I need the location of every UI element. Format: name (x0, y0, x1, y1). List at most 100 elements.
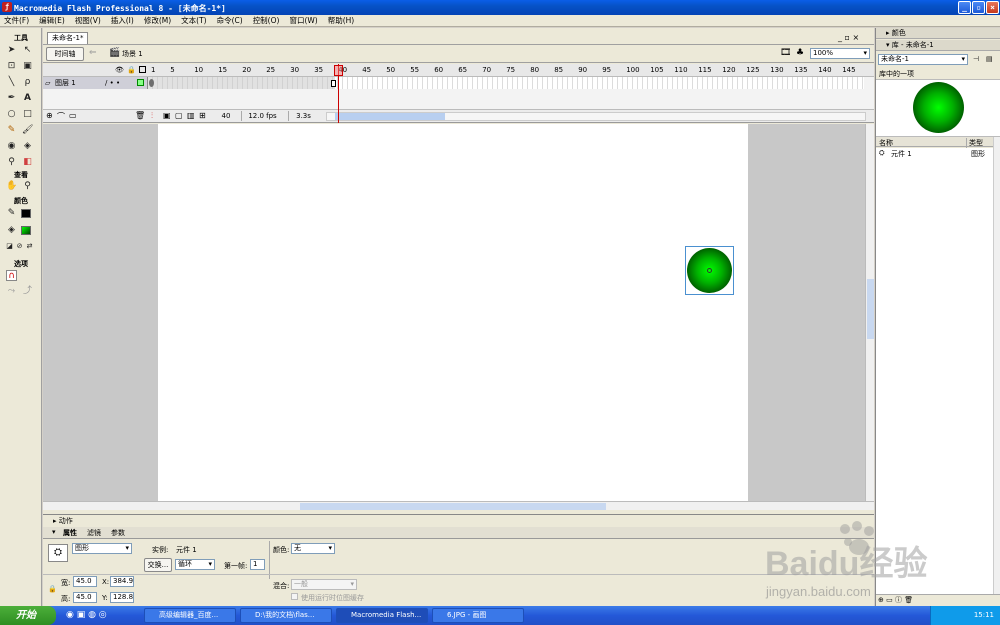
column-name[interactable]: 名称 (879, 138, 893, 148)
text-tool-icon[interactable]: A (22, 93, 33, 104)
pencil-tool-icon[interactable]: ✎ (6, 125, 17, 136)
timeline-scroll-thumb[interactable] (335, 113, 445, 120)
lasso-tool-icon[interactable]: ρ (22, 77, 33, 88)
delete-icon[interactable]: 🗑 (904, 596, 913, 604)
pin-library-icon[interactable]: ⊣ (973, 55, 979, 63)
ink-bottle-icon[interactable]: ◉ (6, 141, 17, 152)
green-circle-symbol[interactable] (687, 248, 732, 293)
hscroll-thumb[interactable] (300, 503, 606, 510)
subselection-tool-icon[interactable]: ↖ (22, 45, 33, 56)
close-button[interactable]: × (986, 1, 999, 14)
paint-bucket-icon[interactable]: ◈ (22, 141, 33, 152)
color-effect-select[interactable]: 无 ▾ (291, 543, 335, 554)
trash-icon[interactable]: 🗑 (135, 111, 145, 120)
fill-transform-icon[interactable]: ▣ (22, 61, 33, 72)
blend-select[interactable]: 一般 ▾ (291, 579, 357, 590)
eraser-tool-icon[interactable]: ◧ (22, 157, 33, 168)
add-guide-icon[interactable]: ⌒ (57, 111, 65, 122)
onion-skin-icon[interactable]: ▣ (163, 111, 171, 120)
snap-magnet-icon[interactable]: ∩ (6, 270, 17, 281)
timeline-toggle-button[interactable]: 时间轴 (46, 47, 84, 61)
library-select[interactable]: 未命名-1 ▾ (878, 54, 968, 65)
doc-window-controls-icon[interactable]: _ ▫ × (838, 33, 859, 42)
fill-color-swatch[interactable] (21, 226, 31, 235)
oval-tool-icon[interactable]: ○ (6, 109, 17, 120)
hand-tool-icon[interactable]: ✋ (6, 181, 17, 192)
lock-proportions-icon[interactable]: 🔒 (48, 585, 57, 593)
rectangle-tool-icon[interactable]: □ (22, 109, 33, 120)
layer-row[interactable]: ▱ 图层 1 / • • (43, 77, 874, 89)
taskbar-item-paint[interactable]: 6.JPG - 画图 (432, 608, 524, 623)
quicklaunch-icons[interactable]: ◉ ▣ ◍ ◎ (66, 610, 107, 620)
x-input[interactable]: 384.9 (110, 576, 134, 587)
stroke-color-swatch[interactable] (21, 209, 31, 218)
symbol-type-select[interactable]: 图形 ▾ (72, 543, 132, 554)
library-item[interactable]: ⛭ 元件 1 图形 (876, 148, 994, 158)
menu-control[interactable]: 控制(O) (253, 15, 280, 26)
back-arrow-icon[interactable]: ⇐ (89, 48, 97, 58)
swap-button[interactable]: 交换... (144, 558, 172, 572)
loop-select[interactable]: 循环 ▾ (175, 559, 215, 570)
taskbar-item-flash[interactable]: Macromedia Flash... (336, 608, 428, 623)
tab-filters[interactable]: 滤镜 (87, 528, 101, 538)
actions-panel-header[interactable]: ▸ 动作 (53, 516, 73, 526)
layer-name[interactable]: ▱ 图层 1 / • • (43, 77, 148, 89)
stage[interactable] (158, 124, 748, 501)
menu-text[interactable]: 文本(T) (181, 15, 206, 26)
swap-colors-icon[interactable]: ⇄ (24, 241, 35, 252)
document-tab[interactable]: 未命名-1* (47, 32, 89, 44)
playhead-cap[interactable] (334, 65, 343, 76)
lock-icon[interactable]: 🔒 (127, 66, 136, 74)
new-folder-icon[interactable]: ▭ (886, 596, 893, 604)
menu-help[interactable]: 帮助(H) (328, 15, 355, 26)
pen-tool-icon[interactable]: ✒ (6, 93, 17, 104)
library-vscroll[interactable] (993, 137, 1000, 594)
library-panel-header[interactable]: ▾ 库 - 未命名-1 (876, 40, 1000, 51)
eyedropper-icon[interactable]: ⚲ (6, 157, 17, 168)
brush-tool-icon[interactable]: 🖌 (22, 125, 33, 136)
column-type[interactable]: 类型 (966, 138, 983, 148)
smooth-icon[interactable]: ⤳ (6, 286, 17, 297)
tab-parameters[interactable]: 参数 (111, 528, 125, 538)
clock[interactable]: 15:11 (974, 611, 994, 619)
selection-tool-icon[interactable]: ➤ (6, 45, 17, 56)
center-frame-icon[interactable]: ⫶ (151, 111, 153, 121)
straighten-icon[interactable]: ⤴ (22, 286, 33, 297)
modify-markers-icon[interactable]: ⊞ (199, 111, 206, 120)
menu-modify[interactable]: 修改(M) (144, 15, 171, 26)
new-library-panel-icon[interactable]: ▤ (986, 55, 993, 63)
frames-row[interactable] (148, 77, 864, 89)
color-panel-header[interactable]: ▸ 颜色 (876, 28, 1000, 39)
zoom-select[interactable]: 100% ▾ (810, 48, 870, 59)
eye-icon[interactable]: 👁 (115, 66, 124, 74)
properties-icon[interactable]: ⓘ (895, 596, 902, 604)
outline-icon[interactable] (139, 66, 146, 73)
stage-hscroll[interactable] (43, 501, 874, 510)
layer-outline-color[interactable] (137, 79, 144, 86)
zoom-tool-icon[interactable]: ⚲ (22, 181, 33, 192)
add-folder-icon[interactable]: ▭ (69, 111, 77, 120)
vscroll-thumb[interactable] (867, 279, 874, 339)
menu-insert[interactable]: 插入(I) (111, 15, 134, 26)
selected-instance[interactable] (685, 246, 734, 295)
taskbar-item-editor[interactable]: 高级编辑器_百度... (144, 608, 236, 623)
collapse-icon[interactable]: ▾ (52, 528, 56, 536)
tab-properties[interactable]: 属性 (63, 528, 77, 538)
line-tool-icon[interactable]: ╲ (6, 77, 17, 88)
y-input[interactable]: 128.8 (110, 592, 134, 603)
menu-commands[interactable]: 命令(C) (217, 15, 243, 26)
stage-vscroll[interactable] (865, 124, 874, 501)
taskbar-item-folder[interactable]: D:\我的文档\flas... (240, 608, 332, 623)
maximize-button[interactable]: ▫ (972, 1, 985, 14)
flash-app-icon[interactable]: ƒ (2, 2, 12, 12)
start-button[interactable]: 开始 (0, 606, 56, 625)
minimize-button[interactable]: _ (958, 1, 971, 14)
new-symbol-icon[interactable]: ⊕ (878, 596, 884, 604)
free-transform-icon[interactable]: ⊡ (6, 61, 17, 72)
menu-window[interactable]: 窗口(W) (289, 15, 317, 26)
cache-checkbox[interactable] (291, 593, 298, 600)
edit-symbol-icon[interactable]: ♣ (796, 48, 804, 58)
first-frame-input[interactable]: 1 (250, 559, 265, 570)
width-input[interactable]: 45.0 (73, 576, 97, 587)
menu-file[interactable]: 文件(F) (4, 15, 29, 26)
